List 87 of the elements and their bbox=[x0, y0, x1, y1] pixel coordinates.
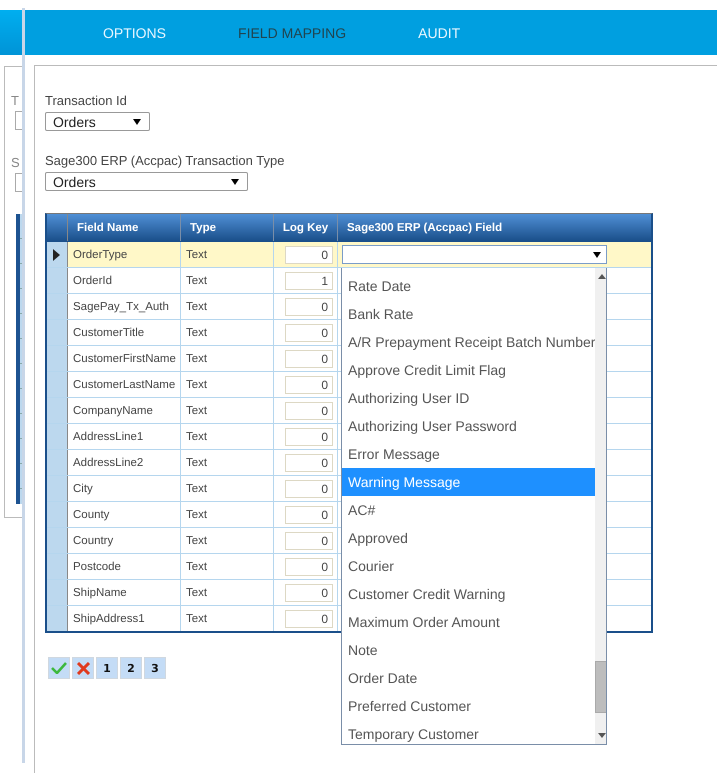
input-field[interactable]: 0 bbox=[285, 376, 333, 394]
dropdown-option[interactable]: AC# bbox=[342, 496, 596, 524]
tab[interactable]: FIELD MAPPING bbox=[238, 24, 346, 40]
scrollbar[interactable] bbox=[595, 268, 606, 744]
table-cell: CompanyName bbox=[73, 404, 153, 416]
scrollbar-thumb[interactable] bbox=[595, 661, 606, 713]
dropdown-option[interactable]: Order Date bbox=[342, 664, 596, 692]
field-dropdown[interactable] bbox=[342, 245, 607, 264]
dropdown-option[interactable]: Courier bbox=[342, 552, 596, 580]
column-header: Field Name bbox=[68, 214, 181, 241]
column-header: Sage300 ERP (Accpac) Field bbox=[346, 220, 504, 236]
cancel-button[interactable] bbox=[72, 657, 94, 679]
table-cell: AddressLine1 bbox=[73, 430, 144, 442]
scroll-down-icon bbox=[598, 733, 606, 738]
page-button[interactable]: 3 bbox=[144, 657, 166, 679]
column-header: Log Key bbox=[274, 214, 338, 241]
table-cell: Text bbox=[186, 560, 208, 572]
dropdown-option[interactable]: Error Message bbox=[342, 440, 596, 468]
input-field[interactable]: 0 bbox=[285, 350, 333, 368]
table-cell: Country bbox=[73, 534, 114, 546]
table-cell: City bbox=[73, 482, 93, 494]
table-cell: ShipAddress1 bbox=[73, 612, 145, 624]
input-field[interactable]: 0 bbox=[285, 402, 333, 420]
dropdown-option[interactable]: Bank Rate bbox=[342, 300, 596, 328]
dropdown-option[interactable]: Note bbox=[342, 636, 596, 664]
field-label: Sage300 ERP (Accpac) Transaction Type bbox=[45, 153, 284, 169]
input-field[interactable]: 0 bbox=[285, 324, 333, 342]
table-cell: Text bbox=[186, 612, 208, 624]
input-field[interactable]: 0 bbox=[285, 298, 333, 316]
transaction-type-dropdown[interactable]: Orders bbox=[45, 172, 248, 191]
table-cell: SagePay_Tx_Auth bbox=[73, 300, 169, 312]
field-label: S bbox=[11, 156, 20, 170]
table-cell: Text bbox=[186, 586, 208, 598]
table-cell: Postcode bbox=[73, 560, 121, 572]
column-header: Type bbox=[181, 214, 274, 241]
dropdown-option[interactable]: Approve Credit Limit Flag bbox=[342, 356, 596, 384]
table-cell: Text bbox=[186, 352, 208, 364]
table-cell: Text bbox=[186, 456, 208, 468]
table-cell: County bbox=[73, 508, 110, 520]
input-field[interactable]: 0 bbox=[285, 454, 333, 472]
page-button[interactable]: 1 bbox=[96, 657, 118, 679]
table-cell: OrderType bbox=[73, 248, 128, 260]
input-field[interactable]: 0 bbox=[285, 558, 333, 576]
table-cell: Text bbox=[186, 508, 208, 520]
table-cell: Text bbox=[186, 482, 208, 494]
caret-icon bbox=[133, 118, 141, 124]
input-field[interactable]: 0 bbox=[285, 480, 333, 498]
field-label: T bbox=[11, 94, 19, 108]
field-label: Transaction Id bbox=[45, 93, 127, 109]
table-cell: OrderId bbox=[73, 274, 112, 286]
table-cell: Text bbox=[186, 300, 208, 312]
table-cell: Text bbox=[186, 534, 208, 546]
dropdown-option[interactable]: Customer Credit Warning bbox=[342, 580, 596, 608]
table-cell: Text bbox=[186, 274, 208, 286]
table-cell: CustomerFirstName bbox=[73, 352, 176, 364]
dropdown-option[interactable]: Authorizing User Password bbox=[342, 412, 596, 440]
caret-icon bbox=[593, 252, 601, 258]
dropdown-option[interactable]: Authorizing User ID bbox=[342, 384, 596, 412]
scroll-up-icon bbox=[598, 274, 606, 279]
table-cell: CustomerTitle bbox=[73, 326, 144, 338]
table-cell: Text bbox=[186, 326, 208, 338]
input-field[interactable]: 1 bbox=[285, 272, 333, 290]
caret-icon bbox=[231, 178, 239, 184]
page-button[interactable]: 2 bbox=[120, 657, 142, 679]
table-cell: Text bbox=[186, 404, 208, 416]
dropdown-option[interactable]: Temporary Customer bbox=[342, 720, 596, 744]
input-field[interactable]: 0 bbox=[285, 584, 333, 602]
table-cell: CustomerLastName bbox=[73, 378, 176, 390]
transaction-id-dropdown[interactable]: Orders bbox=[45, 112, 150, 131]
input-field[interactable]: 0 bbox=[285, 610, 333, 628]
accept-button[interactable] bbox=[48, 657, 70, 679]
checkmark-icon bbox=[51, 662, 67, 674]
close-icon bbox=[76, 662, 90, 674]
table-cell: Text bbox=[186, 248, 208, 260]
table-cell: Text bbox=[186, 430, 208, 442]
table-row[interactable]: OrderType Text 0 bbox=[47, 242, 651, 268]
dropdown-option[interactable]: Preferred Customer bbox=[342, 692, 596, 720]
table-cell: Text bbox=[186, 378, 208, 390]
input-field[interactable]: 0 bbox=[285, 246, 333, 264]
dropdown-option[interactable]: A/R Prepayment Receipt Batch Number bbox=[342, 328, 596, 356]
input-field[interactable]: 0 bbox=[285, 532, 333, 550]
row-pointer-icon bbox=[53, 248, 60, 260]
table-cell: AddressLine2 bbox=[73, 456, 144, 468]
table-cell: ShipName bbox=[73, 586, 127, 598]
dropdown-option[interactable]: Maximum Order Amount bbox=[342, 608, 596, 636]
input-field[interactable]: 0 bbox=[285, 506, 333, 524]
input-field[interactable]: 0 bbox=[285, 428, 333, 446]
